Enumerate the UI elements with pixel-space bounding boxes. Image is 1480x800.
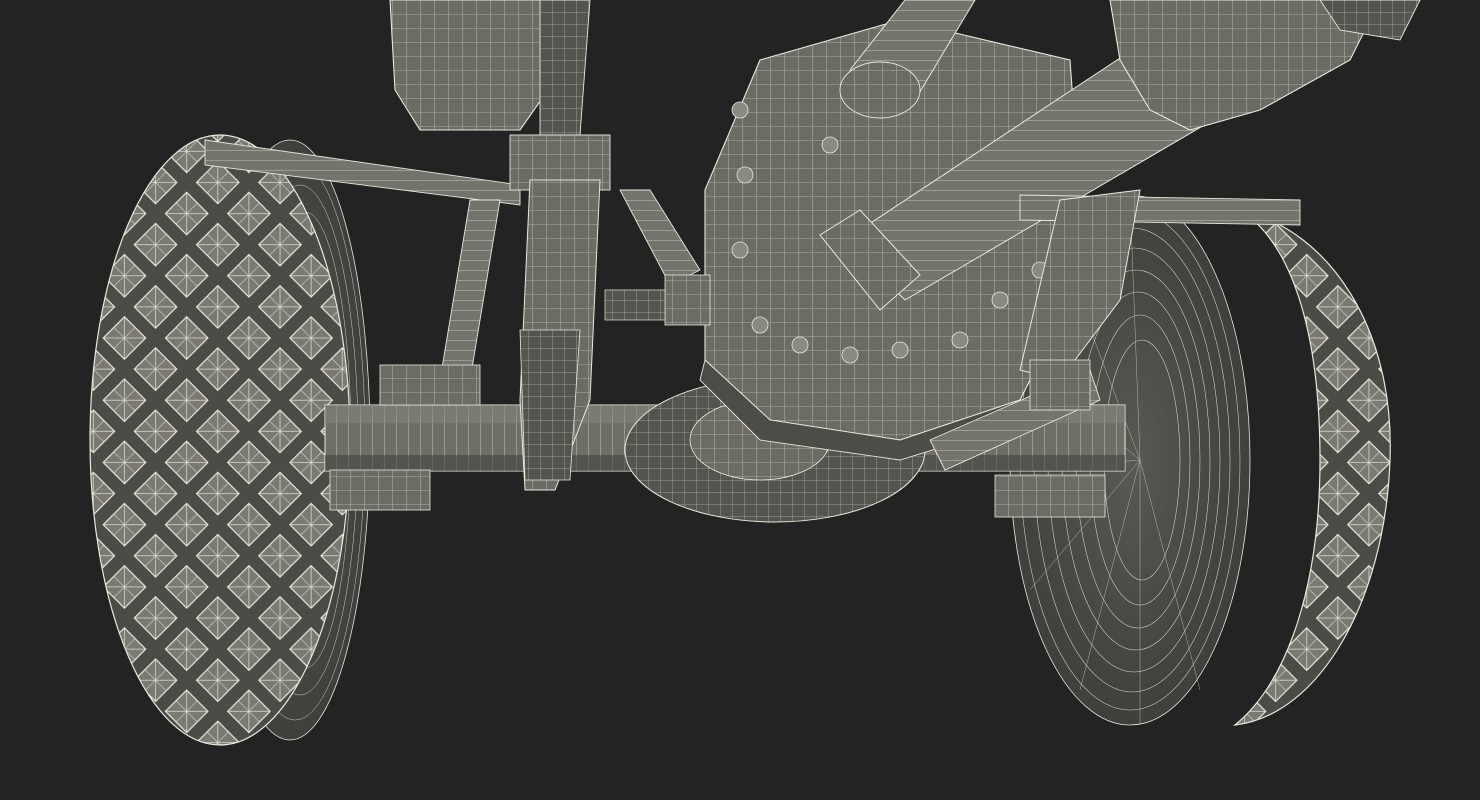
- render-viewport: [0, 0, 1480, 800]
- wireframe-scene: [89, 0, 1421, 746]
- suspension-link-center: [604, 189, 711, 326]
- upper-left-cylinder: [389, 0, 591, 136]
- upper-right-housing: [1109, 0, 1421, 131]
